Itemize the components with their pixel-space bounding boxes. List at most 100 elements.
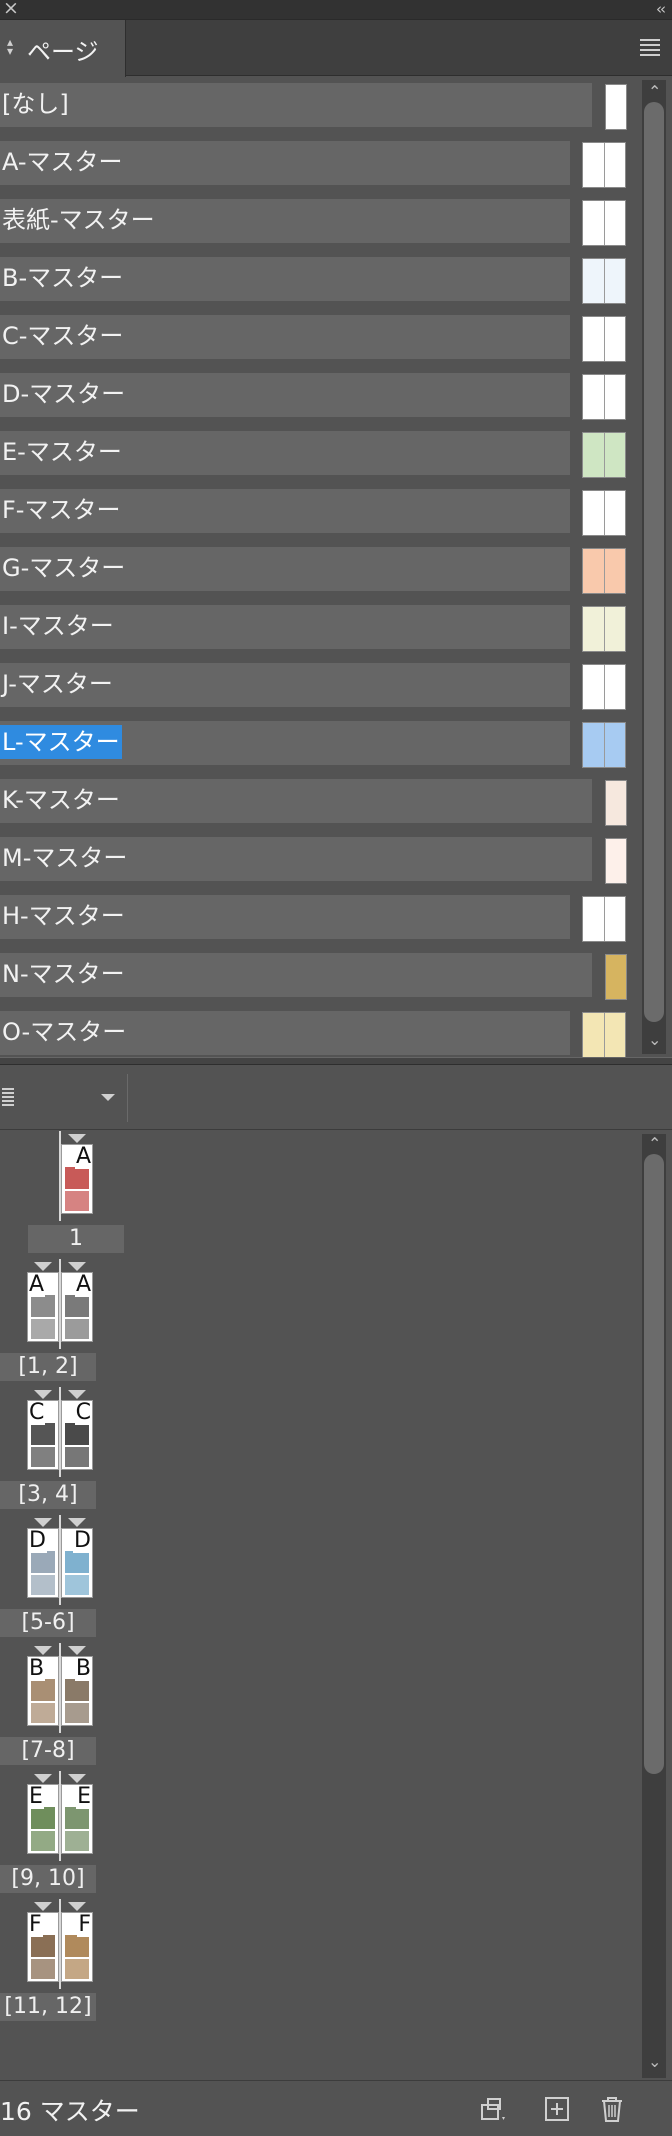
master-row[interactable]: [なし]	[0, 77, 672, 135]
tab-pages[interactable]: ▴ ▾ ページ	[0, 20, 126, 77]
master-thumbnail[interactable]	[582, 606, 626, 652]
master-thumbnail[interactable]	[605, 954, 627, 1000]
page-master-letter: A	[28, 1272, 46, 1297]
pages-scroll-down-icon[interactable]: ⌄	[648, 2052, 661, 2071]
delete-page-icon[interactable]	[598, 2095, 626, 2123]
master-thumbnail[interactable]	[582, 200, 626, 246]
pages-scrollbar[interactable]	[642, 1134, 666, 2078]
master-thumbnail[interactable]	[582, 374, 626, 420]
page-marker-icon	[34, 1518, 52, 1527]
page-spread[interactable]: C C [3, 4]	[0, 1387, 140, 1515]
page-thumbnail[interactable]: B	[27, 1656, 59, 1726]
master-row[interactable]: L-マスター	[0, 715, 672, 773]
page-image	[65, 1551, 89, 1573]
masters-scroll-up-icon[interactable]: ⌃	[648, 82, 661, 101]
page-marker-icon	[34, 1390, 52, 1399]
master-thumbnail[interactable]	[582, 1012, 626, 1057]
page-spread[interactable]: E E [9, 10]	[0, 1771, 140, 1899]
masters-scrollbar[interactable]	[642, 80, 666, 1054]
master-thumbnail[interactable]	[582, 896, 626, 942]
section-splitter[interactable]	[0, 1057, 672, 1065]
page-image	[65, 1191, 89, 1211]
page-thumbnail[interactable]: A	[61, 1144, 93, 1214]
page-thumbnail[interactable]: E	[61, 1784, 93, 1854]
panel-menu-icon[interactable]	[640, 39, 660, 56]
page-thumbnail[interactable]: E	[27, 1784, 59, 1854]
page-number-label: [5-6]	[0, 1609, 96, 1637]
close-icon[interactable]: ×	[3, 0, 19, 18]
page-thumbnail[interactable]: C	[61, 1400, 93, 1470]
master-thumbnail[interactable]	[605, 838, 627, 884]
master-row[interactable]: E-マスター	[0, 425, 672, 483]
page-marker-icon	[68, 1134, 86, 1143]
master-row[interactable]: O-マスター	[0, 1005, 672, 1057]
page-thumbnail[interactable]: F	[27, 1912, 59, 1982]
master-row[interactable]: M-マスター	[0, 831, 672, 889]
master-row[interactable]: 表紙-マスター	[0, 193, 672, 251]
page-thumbnail[interactable]: A	[27, 1272, 59, 1342]
page-thumbnail[interactable]: D	[61, 1528, 93, 1598]
view-list-icon[interactable]	[2, 1088, 14, 1106]
page-master-letter: E	[28, 1784, 44, 1809]
master-row[interactable]: F-マスター	[0, 483, 672, 541]
page-thumbnail[interactable]: C	[27, 1400, 59, 1470]
page-image	[65, 1703, 89, 1723]
masters-scrollbar-thumb[interactable]	[644, 102, 664, 1022]
page-marker-icon	[68, 1646, 86, 1655]
new-page-icon[interactable]	[543, 2095, 571, 2123]
page-image	[31, 1679, 55, 1701]
master-name: F-マスター	[2, 496, 121, 524]
page-number-label: [9, 10]	[0, 1865, 96, 1893]
master-thumbnail[interactable]	[582, 664, 626, 710]
master-row[interactable]: I-マスター	[0, 599, 672, 657]
page-size-icon[interactable]	[480, 2095, 508, 2123]
master-thumbnail[interactable]	[582, 316, 626, 362]
master-row[interactable]: H-マスター	[0, 889, 672, 947]
master-thumbnail[interactable]	[582, 142, 626, 188]
master-row[interactable]: C-マスター	[0, 309, 672, 367]
masters-scroll-down-icon[interactable]: ⌄	[648, 1030, 661, 1049]
pages-scroll-up-icon[interactable]: ⌃	[648, 1134, 661, 1153]
page-spread[interactable]: D D [5-6]	[0, 1515, 140, 1643]
view-dropdown-chevron-down-icon[interactable]	[101, 1094, 115, 1101]
master-thumbnail[interactable]	[605, 84, 627, 130]
page-thumbnail[interactable]: F	[61, 1912, 93, 1982]
master-row[interactable]: A-マスター	[0, 135, 672, 193]
pages-scrollbar-thumb[interactable]	[644, 1154, 664, 1774]
page-thumbnail[interactable]: B	[61, 1656, 93, 1726]
page-spread[interactable]: A1	[0, 1131, 140, 1259]
page-spread[interactable]: A A [1, 2]	[0, 1259, 140, 1387]
master-row[interactable]: B-マスター	[0, 251, 672, 309]
page-spread[interactable]: F F [11, 12]	[0, 1899, 140, 2027]
master-name: M-マスター	[2, 844, 128, 872]
master-thumbnail[interactable]	[582, 722, 626, 768]
collapse-panel-icon[interactable]: ‹‹	[656, 0, 666, 19]
page-image	[31, 1447, 55, 1467]
master-thumbnail[interactable]	[582, 432, 626, 478]
panel-status-bar: 16 マスター	[0, 2080, 672, 2136]
page-master-letter: A	[74, 1272, 92, 1297]
master-thumbnail[interactable]	[582, 258, 626, 304]
master-row[interactable]: N-マスター	[0, 947, 672, 1005]
page-number-label: [3, 4]	[0, 1481, 96, 1509]
master-thumbnail[interactable]	[582, 548, 626, 594]
master-thumbnail[interactable]	[582, 490, 626, 536]
page-image	[31, 1551, 55, 1573]
page-marker-icon	[68, 1902, 86, 1911]
master-thumbnail[interactable]	[605, 780, 627, 826]
page-master-letter: F	[77, 1912, 92, 1937]
page-number-label: [11, 12]	[0, 1993, 96, 2021]
master-name: N-マスター	[2, 960, 125, 988]
page-master-letter: C	[74, 1400, 92, 1425]
master-row[interactable]: J-マスター	[0, 657, 672, 715]
page-spread[interactable]: B B [7-8]	[0, 1643, 140, 1771]
master-row[interactable]: G-マスター	[0, 541, 672, 599]
page-image	[65, 1423, 89, 1445]
master-row[interactable]: D-マスター	[0, 367, 672, 425]
page-marker-icon	[34, 1262, 52, 1271]
master-row[interactable]: K-マスター	[0, 773, 672, 831]
master-name: G-マスター	[2, 554, 126, 582]
page-thumbnail[interactable]: D	[27, 1528, 59, 1598]
view-options-bar	[0, 1066, 672, 1130]
page-thumbnail[interactable]: A	[61, 1272, 93, 1342]
